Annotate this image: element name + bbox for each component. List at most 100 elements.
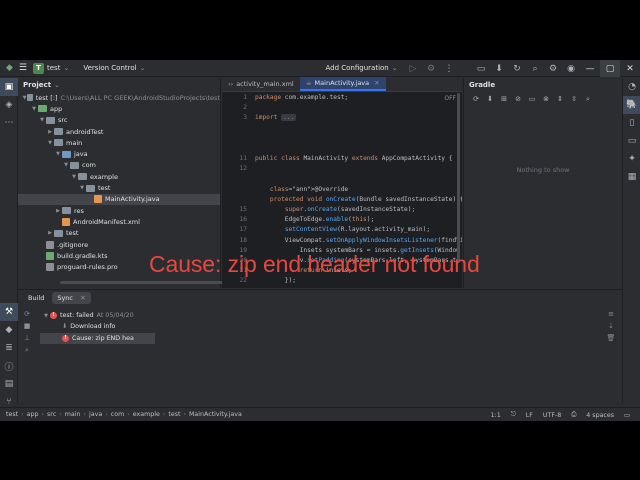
horizontal-scrollbar[interactable]: [60, 281, 236, 284]
line-separator[interactable]: LF: [526, 412, 533, 419]
search-icon[interactable]: ⌕: [526, 60, 544, 77]
code-line[interactable]: setContentView(R.layout.activity_main);: [255, 225, 462, 235]
tree-node[interactable]: MainActivity.java: [18, 193, 220, 205]
code-line[interactable]: protected void onCreate(Bundle savedInst…: [255, 195, 462, 205]
vertical-scrollbar[interactable]: [457, 93, 460, 263]
download-sources-icon[interactable]: ⬇: [483, 95, 497, 103]
rerun-icon[interactable]: ⟳: [21, 310, 33, 322]
code-line[interactable]: package com.example.test;: [255, 93, 462, 103]
close-button[interactable]: ✕: [620, 60, 640, 77]
expand-all-icon[interactable]: ⇕: [553, 95, 567, 103]
code-line[interactable]: [255, 103, 462, 113]
device-explorer-icon[interactable]: ▦: [623, 168, 640, 186]
chevron-icon[interactable]: ▼: [62, 162, 70, 168]
tree-node[interactable]: ▼ test: [18, 182, 220, 193]
device-manager-icon[interactable]: ▭: [472, 60, 490, 77]
code-line[interactable]: [255, 144, 462, 154]
memory-indicator-icon[interactable]: ▭: [624, 412, 630, 419]
add-icon[interactable]: ⊞: [497, 95, 511, 103]
sync-icon[interactable]: ↻: [508, 60, 526, 77]
pin-icon[interactable]: ⊥: [21, 334, 33, 346]
build-node[interactable]: ▼! test: failed At 05/04/20: [40, 310, 155, 321]
minimize-button[interactable]: —: [580, 60, 600, 77]
tree-node[interactable]: ▶ androidTest: [18, 126, 220, 137]
terminal-icon[interactable]: ▤: [0, 375, 18, 393]
breadcrumb-item[interactable]: app: [27, 411, 39, 418]
breadcrumb-item[interactable]: test: [6, 411, 18, 418]
code-line[interactable]: import ...: [255, 113, 462, 123]
run-config-selector[interactable]: Add Configuration ⌄: [325, 64, 397, 72]
build-node[interactable]: ! Cause: zip END hea: [40, 332, 155, 344]
breadcrumb-item[interactable]: example: [133, 411, 160, 418]
cursor-position[interactable]: 1:1: [491, 412, 501, 419]
scroll-to-end-icon[interactable]: ⇣: [605, 322, 617, 334]
collapse-all-icon[interactable]: ⇳: [567, 95, 581, 103]
chevron-icon[interactable]: ▶: [46, 129, 54, 135]
project-panel-header[interactable]: Project ⌄: [18, 78, 220, 92]
tab-build[interactable]: Build: [23, 292, 49, 304]
tree-node[interactable]: .gitignore: [18, 239, 220, 250]
more-tools-icon[interactable]: ⋯: [0, 114, 18, 132]
problems-icon[interactable]: ⓘ: [0, 357, 18, 375]
lock-icon[interactable]: ⎙: [571, 411, 576, 419]
code-line[interactable]: [255, 175, 462, 185]
more-icon[interactable]: ⋮: [440, 60, 458, 77]
clear-icon[interactable]: 🗑: [605, 334, 617, 346]
gem-icon[interactable]: ◆: [0, 321, 18, 339]
filter-icon[interactable]: ⌕: [21, 346, 33, 358]
reload-icon[interactable]: ⟳: [469, 95, 483, 103]
breadcrumb-item[interactable]: test: [168, 411, 180, 418]
tree-node[interactable]: ▼ test [:] C:\Users\ALL PC GEEK\AndroidStu…: [18, 92, 220, 103]
link-icon[interactable]: ⊘: [511, 95, 525, 103]
chevron-icon[interactable]: ▼: [46, 140, 54, 146]
soft-wrap-icon[interactable]: ≡: [605, 310, 617, 322]
code-line[interactable]: ViewCompat.setOnApplyWindowInsetsListene…: [255, 236, 462, 246]
gemini-icon[interactable]: ✦: [623, 150, 640, 168]
code-line[interactable]: class="ann">@Override: [255, 185, 462, 195]
vcs-menu[interactable]: Version Control ⌄: [83, 64, 145, 72]
tab-activity-main-xml[interactable]: ‹› activity_main.xml: [222, 77, 300, 91]
inspect-icon[interactable]: ⎋: [511, 411, 516, 419]
tree-node[interactable]: ▼ app: [18, 103, 220, 114]
breadcrumb-item[interactable]: src: [47, 411, 56, 418]
execute-task-icon[interactable]: ▭: [525, 95, 539, 103]
chevron-icon[interactable]: ▼: [30, 106, 38, 112]
project-folder-icon[interactable]: ▣: [0, 78, 18, 96]
close-tab-icon[interactable]: ✕: [374, 79, 379, 87]
code-line[interactable]: [255, 124, 462, 134]
tree-node[interactable]: ▼ example: [18, 171, 220, 182]
chevron-icon[interactable]: ▶: [54, 208, 62, 214]
code-line[interactable]: [255, 164, 462, 174]
stop-icon[interactable]: ■: [21, 322, 33, 334]
code-line[interactable]: public class MainActivity extends AppCom…: [255, 154, 462, 164]
chevron-icon[interactable]: ▶: [46, 230, 54, 236]
breadcrumb-item[interactable]: MainActivity.java: [189, 411, 242, 418]
tree-node[interactable]: ▶ res: [18, 205, 220, 216]
code-line[interactable]: [255, 134, 462, 144]
tree-node[interactable]: ▼ com: [18, 160, 220, 171]
device-manager-icon[interactable]: ▯: [623, 114, 640, 132]
tab-sync[interactable]: Sync ✕: [52, 291, 91, 304]
main-menu-icon[interactable]: ☰: [19, 63, 27, 73]
chevron-icon[interactable]: ▼: [78, 185, 86, 191]
code-line[interactable]: super.onCreate(savedInstanceState);: [255, 205, 462, 215]
tree-node[interactable]: ▼ java: [18, 148, 220, 159]
build-hammer-icon[interactable]: ⚒: [0, 303, 18, 321]
debug-icon[interactable]: ⚙: [422, 60, 440, 77]
chevron-icon[interactable]: ▼: [70, 174, 78, 180]
running-devices-icon[interactable]: ▭: [623, 132, 640, 150]
run-icon[interactable]: ▷: [404, 60, 422, 77]
notifications-icon[interactable]: ◔: [623, 78, 640, 96]
code-line[interactable]: EdgeToEdge.enable(this);: [255, 215, 462, 225]
breadcrumb-item[interactable]: com: [111, 411, 124, 418]
tree-node[interactable]: ▼ main: [18, 137, 220, 148]
breadcrumb-item[interactable]: java: [89, 411, 102, 418]
chevron-icon[interactable]: ▼: [42, 313, 50, 319]
restore-button[interactable]: ▢: [600, 60, 620, 77]
indent-setting[interactable]: 4 spaces: [586, 412, 614, 419]
build-node[interactable]: ⬇ Download info: [40, 321, 155, 332]
file-encoding[interactable]: UTF-8: [543, 412, 561, 419]
sdk-manager-icon[interactable]: ⬇: [490, 60, 508, 77]
chevron-icon[interactable]: ▼: [54, 151, 62, 157]
logcat-icon[interactable]: ≣: [0, 339, 18, 357]
